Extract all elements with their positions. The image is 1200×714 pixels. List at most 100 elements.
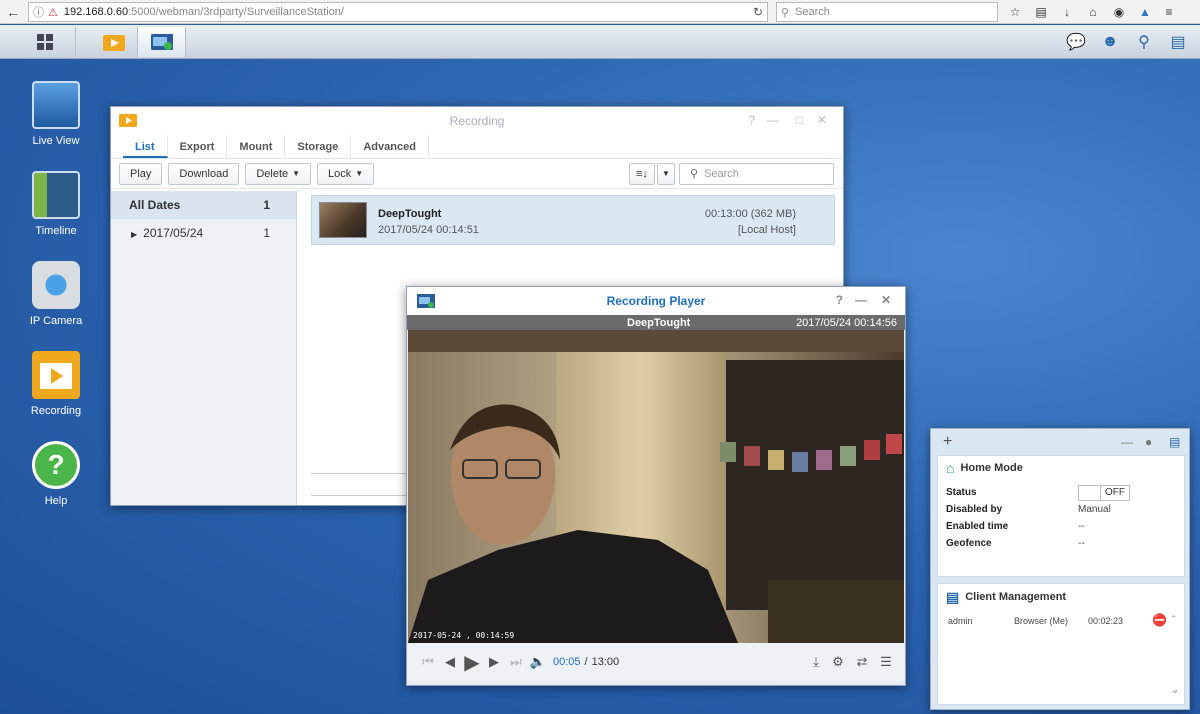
taskbar-player-button[interactable] (138, 27, 186, 57)
search-icon[interactable]: ⚲ (1132, 30, 1156, 54)
ip-camera-icon (32, 261, 80, 309)
help-icon[interactable]: ? (748, 113, 755, 127)
video-image (408, 330, 904, 643)
widget-dock-icon[interactable]: ▤ (1169, 435, 1180, 449)
maximize-icon[interactable]: □ (796, 113, 803, 127)
menu-icon[interactable]: ≡ (1160, 3, 1178, 21)
row-key: Status (946, 487, 977, 498)
settings-gear-icon[interactable]: ⚙ (827, 651, 849, 673)
recording-search-input[interactable]: ⚲ Search (679, 162, 834, 185)
download-icon[interactable]: ↓ (1058, 3, 1076, 21)
expand-arrow-icon[interactable]: ▶ (131, 230, 137, 239)
recording-datetime: 2017/05/24 00:14:51 (378, 224, 479, 236)
recording-list-item[interactable]: DeepTought 2017/05/24 00:14:51 00:13:00 … (311, 195, 835, 245)
play-button[interactable]: Play (119, 162, 163, 185)
pocket-icon[interactable]: ◉ (1110, 3, 1128, 21)
minimize-icon[interactable]: — (767, 113, 779, 127)
volume-icon[interactable]: 🔈 (527, 651, 549, 673)
recording-toolbar: Play Download Delete ▼ Lock ▼ ≡↓ ▼ ⚲ Searc… (111, 159, 843, 189)
close-icon[interactable]: ✕ (817, 113, 827, 127)
desktop-icon-label: Help (44, 495, 68, 507)
help-icon[interactable]: ? (836, 293, 843, 307)
taskbar-recording-button[interactable] (90, 27, 138, 57)
user-icon[interactable]: ☻ (1098, 30, 1122, 54)
recording-thumbnail (319, 202, 367, 238)
desktop-icon-live-view[interactable]: Live View (16, 81, 96, 147)
notification-chat-icon[interactable]: 💬 (1064, 30, 1088, 54)
browser-search-input[interactable]: ⚲ Search (776, 2, 998, 22)
address-bar[interactable]: ⓘ ⚠ 192.168.0.60 :5000/webman/3rdparty/S… (28, 2, 768, 22)
desktop-icon-recording[interactable]: Recording (16, 351, 96, 417)
row-value: Manual (1078, 504, 1111, 515)
client-type: Browser (Me) (1014, 616, 1069, 626)
widget-minimize-icon[interactable]: — (1121, 435, 1133, 449)
info-icon[interactable]: ⓘ (33, 4, 44, 20)
widget-pin-icon[interactable]: ● (1145, 435, 1152, 449)
home-mode-row: Enabled time -- (946, 518, 1184, 535)
widgets-icon[interactable]: ▤ (1166, 30, 1190, 54)
url-path: :5000/webman/3rdparty/SurveillanceStatio… (128, 6, 344, 18)
timeline-icon (32, 171, 80, 219)
list-divider (311, 473, 407, 474)
toggle-label: OFF (1101, 485, 1129, 500)
sidebar-item-all-dates[interactable]: All Dates 1 (111, 191, 296, 219)
player-camera-name: DeepTought (627, 316, 691, 329)
home-mode-row: Geofence -- (946, 535, 1184, 552)
skip-end-icon[interactable]: ⏭ (505, 651, 527, 673)
recording-icon (32, 351, 80, 399)
delete-label: Delete (256, 167, 289, 180)
tab-mount[interactable]: Mount (227, 135, 286, 158)
chevron-up-icon[interactable]: ⌃ (1170, 614, 1178, 625)
extension-icon[interactable]: ▲ (1136, 3, 1154, 21)
home-mode-row: Disabled by Manual (946, 501, 1184, 518)
row-key: Enabled time (946, 521, 1009, 532)
skip-start-icon[interactable]: ⏮ (417, 651, 439, 673)
close-icon[interactable]: ✕ (881, 293, 891, 307)
chevron-down-icon[interactable]: ⌄ (1170, 682, 1180, 696)
devices-icon: ▤ (946, 588, 960, 605)
home-mode-toggle[interactable]: OFF (1078, 484, 1130, 501)
desktop-icon-label: Timeline (35, 225, 77, 237)
bookmark-star-icon[interactable]: ☆ (1006, 3, 1024, 21)
repeat-icon[interactable]: ⇄ (851, 651, 873, 673)
video-frame[interactable]: 2017-05-24 , 00:14:59 (408, 330, 904, 643)
tab-export[interactable]: Export (168, 135, 228, 158)
tab-storage[interactable]: Storage (285, 135, 352, 158)
download-button[interactable]: Download (168, 162, 240, 185)
lock-button[interactable]: Lock ▼ (317, 162, 375, 185)
sort-button[interactable]: ≡↓ (629, 162, 655, 185)
home-icon: ⌂ (946, 460, 955, 476)
client-management-widget: ▤ Client Management admin Browser (Me) 0… (937, 583, 1185, 705)
kick-client-icon[interactable]: ⛔ (1152, 613, 1167, 627)
sidebar-item-date[interactable]: ▶ 2017/05/24 1 (111, 219, 296, 247)
desktop-icon-help[interactable]: ? Help (16, 441, 96, 507)
playlist-icon[interactable]: ☰ (875, 651, 897, 673)
widget-add-icon[interactable]: + (943, 433, 952, 451)
browser-toolbar: ← ⓘ ⚠ 192.168.0.60 :5000/webman/3rdparty… (0, 0, 1200, 24)
download-icon[interactable]: ⤓ (805, 651, 827, 673)
minimize-icon[interactable]: — (855, 293, 867, 307)
list-divider (311, 495, 407, 496)
previous-frame-icon[interactable]: ◀ (439, 651, 461, 673)
tab-list[interactable]: List (123, 135, 168, 158)
client-time: 00:02:23 (1088, 616, 1124, 626)
reload-icon[interactable]: ↻ (748, 2, 768, 22)
next-frame-icon[interactable]: ▶ (483, 651, 505, 673)
url-host: 192.168.0.60 (63, 6, 129, 18)
sort-dropdown-button[interactable]: ▼ (657, 162, 675, 185)
delete-button[interactable]: Delete ▼ (245, 162, 312, 185)
tab-advanced[interactable]: Advanced (351, 135, 429, 158)
player-info-bar: DeepTought 2017/05/24 00:14:56 (407, 315, 905, 330)
back-icon[interactable]: ← (2, 1, 24, 23)
sidebar-item-count: 1 (263, 226, 270, 240)
play-icon[interactable]: ▶ (461, 651, 483, 674)
home-icon[interactable]: ⌂ (1084, 3, 1102, 21)
main-menu-button[interactable] (14, 27, 76, 57)
desktop-icon-ip-camera[interactable]: IP Camera (16, 261, 96, 327)
dsm-taskbar: 💬 ☻ ⚲ ▤ (0, 25, 1200, 59)
reading-list-icon[interactable]: ▤ (1032, 3, 1050, 21)
sort-icon: ≡↓ (636, 167, 648, 180)
recording-tabs: List Export Mount Storage Advanced (111, 135, 843, 159)
home-mode-row: Status OFF (946, 484, 1184, 501)
desktop-icon-timeline[interactable]: Timeline (16, 171, 96, 237)
